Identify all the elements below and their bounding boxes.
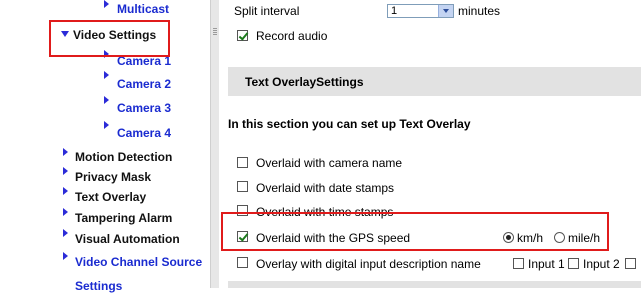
sidebar-item-settings[interactable]: Settings — [75, 279, 122, 293]
expand-arrow-icon — [104, 0, 109, 8]
input-1-checkbox[interactable] — [513, 258, 524, 269]
panel-splitter[interactable] — [210, 0, 219, 288]
highlight-box-gps-speed — [221, 212, 609, 251]
split-interval-value: 1 — [391, 5, 398, 17]
input-2-checkbox[interactable] — [568, 258, 579, 269]
sidebar-item-visual-automation[interactable]: Visual Automation — [75, 232, 180, 246]
input-3-checkbox[interactable] — [625, 258, 636, 269]
split-interval-unit: minutes — [458, 4, 501, 18]
expand-arrow-icon — [104, 121, 109, 129]
camera-name-checkbox[interactable] — [237, 157, 248, 168]
input-2-label: Input 2 — [583, 257, 620, 271]
sidebar-item-tampering-alarm[interactable]: Tampering Alarm — [75, 211, 172, 225]
sidebar-item-motion-detection[interactable]: Motion Detection — [75, 150, 172, 164]
expand-arrow-icon — [63, 148, 68, 156]
sidebar-nav: Multicast Video Settings Camera 1 Camera… — [0, 0, 210, 293]
sidebar-item-privacy-mask[interactable]: Privacy Mask — [75, 170, 151, 184]
section-footer-bar — [228, 281, 641, 288]
input-1-label: Input 1 — [528, 257, 565, 271]
sidebar-item-multicast[interactable]: Multicast — [117, 2, 169, 16]
chevron-down-icon — [438, 5, 453, 17]
sidebar-item-video-channel-source[interactable]: Video Channel Source — [75, 255, 202, 269]
expand-arrow-icon — [104, 71, 109, 79]
camera-name-label: Overlaid with camera name — [256, 156, 403, 170]
split-interval-select[interactable]: 1 — [387, 4, 454, 18]
digital-input-checkbox[interactable] — [237, 257, 248, 268]
section-header-text-overlay: Text OverlaySettings — [228, 67, 641, 96]
sidebar-item-camera-2[interactable]: Camera 2 — [117, 77, 171, 91]
date-stamps-checkbox[interactable] — [237, 181, 248, 192]
section-title: Text OverlaySettings — [245, 75, 364, 89]
expand-arrow-icon — [104, 96, 109, 104]
intro-text: In this section you can set up Text Over… — [228, 117, 471, 131]
sidebar-item-camera-4[interactable]: Camera 4 — [117, 126, 171, 140]
date-stamps-label: Overlaid with date stamps — [256, 181, 395, 195]
record-audio-checkbox[interactable] — [237, 30, 248, 41]
split-interval-label: Split interval — [234, 4, 300, 18]
expand-arrow-icon — [63, 229, 68, 237]
digital-input-label: Overlay with digital input description n… — [256, 257, 481, 271]
expand-arrow-icon — [63, 187, 68, 195]
expand-arrow-icon — [63, 208, 68, 216]
expand-arrow-icon — [63, 167, 68, 175]
record-audio-label: Record audio — [256, 29, 328, 43]
highlight-box-video-settings — [49, 20, 170, 57]
splitter-grip-icon — [213, 28, 217, 36]
main-content: Split interval 1 minutes Record audio Te… — [219, 0, 641, 288]
sidebar-item-camera-3[interactable]: Camera 3 — [117, 101, 171, 115]
expand-arrow-icon — [63, 252, 68, 260]
sidebar-item-text-overlay[interactable]: Text Overlay — [75, 190, 146, 204]
